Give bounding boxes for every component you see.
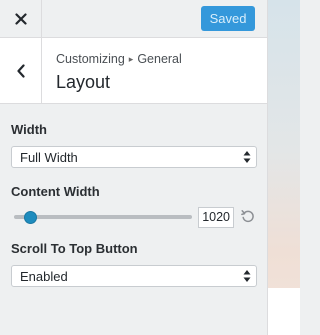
- undo-icon[interactable]: [241, 209, 255, 223]
- back-button[interactable]: [0, 38, 42, 103]
- page-title: Layout: [56, 72, 111, 92]
- breadcrumb-separator-icon: ▸: [128, 54, 134, 64]
- scroll-to-top-select-value: Enabled: [20, 268, 68, 284]
- chevron-left-icon: [16, 63, 25, 78]
- close-button[interactable]: [0, 0, 42, 37]
- breadcrumb-current: General: [137, 52, 182, 66]
- content-width-slider-track[interactable]: [14, 215, 192, 219]
- customizer-panel: Saved Customizing ▸ General Layout Width F…: [0, 0, 268, 335]
- site-preview-content: [268, 288, 300, 335]
- section-header: Customizing ▸ General Layout: [0, 38, 267, 104]
- content-width-slider-thumb[interactable]: [23, 211, 37, 224]
- breadcrumb: Customizing ▸ General: [56, 52, 182, 66]
- select-arrows-icon: [243, 270, 251, 282]
- content-width-input[interactable]: 1020: [198, 207, 234, 228]
- scroll-to-top-select[interactable]: Enabled: [11, 265, 257, 287]
- width-select[interactable]: Full Width: [11, 146, 257, 168]
- close-icon: [14, 12, 27, 25]
- content-width-label: Content Width: [11, 184, 100, 199]
- site-preview: [268, 0, 300, 335]
- save-button[interactable]: Saved: [201, 6, 255, 31]
- scroll-to-top-label: Scroll To Top Button: [11, 241, 138, 256]
- breadcrumb-parent: Customizing: [56, 52, 125, 66]
- width-label: Width: [11, 122, 47, 137]
- customizer-topbar: Saved: [0, 0, 267, 38]
- width-select-value: Full Width: [20, 149, 78, 165]
- select-arrows-icon: [243, 151, 251, 163]
